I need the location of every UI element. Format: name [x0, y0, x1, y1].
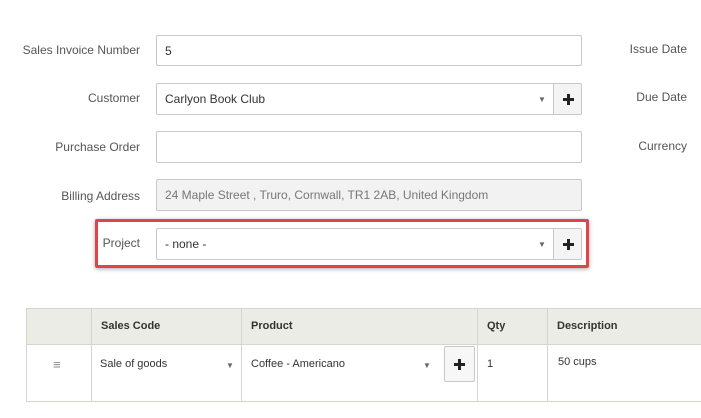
caret-down-icon: ▼ — [226, 361, 234, 370]
column-header-product: Product — [251, 320, 293, 332]
billing-address-input[interactable]: 24 Maple Street , Truro, Cornwall, TR1 2… — [156, 179, 582, 211]
qty-input[interactable]: 1 — [487, 358, 493, 370]
drag-handle-icon[interactable]: ≡ — [53, 357, 61, 372]
column-header-description: Description — [557, 320, 618, 332]
customer-value: Carlyon Book Club — [165, 92, 266, 106]
invoice-number-input[interactable]: 5 — [156, 35, 582, 66]
caret-down-icon: ▼ — [538, 95, 546, 104]
product-select[interactable]: Coffee - Americano ▼ — [251, 358, 436, 374]
project-value: - none - — [165, 237, 207, 251]
column-divider — [26, 308, 27, 402]
project-select[interactable]: - none - ▼ — [156, 228, 582, 260]
column-divider — [91, 308, 92, 402]
issue-date-label: Issue Date — [629, 42, 687, 56]
add-product-button[interactable] — [444, 346, 475, 382]
billing-address-label: Billing Address — [61, 189, 140, 203]
plus-icon — [562, 238, 574, 250]
purchase-order-input[interactable] — [156, 131, 582, 163]
currency-label: Currency — [638, 139, 687, 153]
add-project-button[interactable] — [553, 229, 581, 259]
sales-code-value: Sale of goods — [100, 358, 168, 370]
purchase-order-label: Purchase Order — [55, 140, 140, 154]
column-divider — [547, 308, 548, 402]
product-value: Coffee - Americano — [251, 358, 345, 370]
plus-icon — [562, 93, 574, 105]
sales-code-select[interactable]: Sale of goods ▼ — [100, 358, 238, 374]
invoice-number-value: 5 — [165, 43, 172, 58]
column-header-qty: Qty — [487, 320, 506, 332]
caret-down-icon: ▼ — [423, 361, 431, 370]
plus-icon — [454, 358, 465, 370]
description-input[interactable]: 50 cups — [558, 356, 597, 368]
caret-down-icon: ▼ — [538, 240, 546, 249]
column-divider — [477, 308, 478, 402]
customer-label: Customer — [87, 91, 140, 105]
row-divider — [26, 401, 701, 402]
column-divider — [241, 308, 242, 402]
invoice-number-label: Sales Invoice Number — [22, 43, 140, 57]
customer-select[interactable]: Carlyon Book Club ▼ — [156, 83, 582, 115]
column-header-sales-code: Sales Code — [101, 320, 161, 332]
due-date-label: Due Date — [636, 90, 687, 104]
billing-address-value: 24 Maple Street , Truro, Cornwall, TR1 2… — [165, 188, 489, 202]
add-customer-button[interactable] — [553, 84, 581, 114]
